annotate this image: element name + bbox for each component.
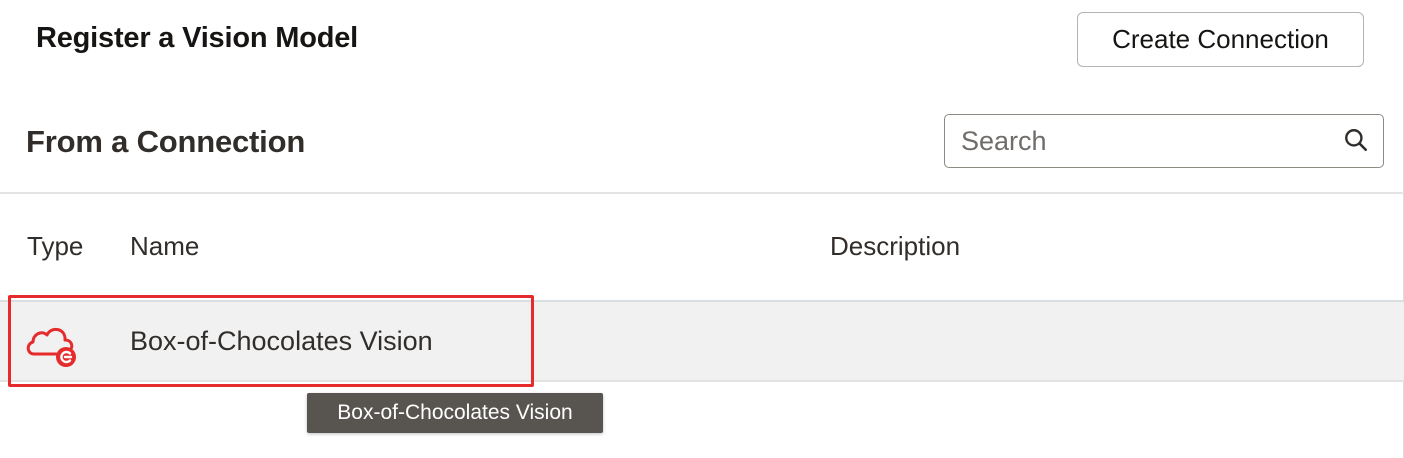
search-input[interactable]: [961, 123, 1341, 159]
table-row[interactable]: Box-of-Chocolates Vision: [0, 302, 1404, 380]
column-header-name[interactable]: Name: [130, 231, 199, 262]
row-divider: [0, 380, 1404, 382]
column-header-type: Type: [27, 231, 84, 261]
create-connection-button[interactable]: Create Connection: [1077, 12, 1364, 67]
section-title: From a Connection: [26, 124, 306, 159]
section-divider: [0, 192, 1404, 194]
search-icon[interactable]: [1343, 127, 1369, 153]
connection-name: Box-of-Chocolates Vision: [130, 326, 433, 356]
dialog-title: Register a Vision Model: [36, 22, 359, 54]
search-field[interactable]: [944, 114, 1384, 168]
cloud-connection-icon: [26, 327, 76, 367]
tooltip: Box-of-Chocolates Vision: [307, 393, 603, 433]
column-header-description[interactable]: Description: [830, 231, 960, 262]
